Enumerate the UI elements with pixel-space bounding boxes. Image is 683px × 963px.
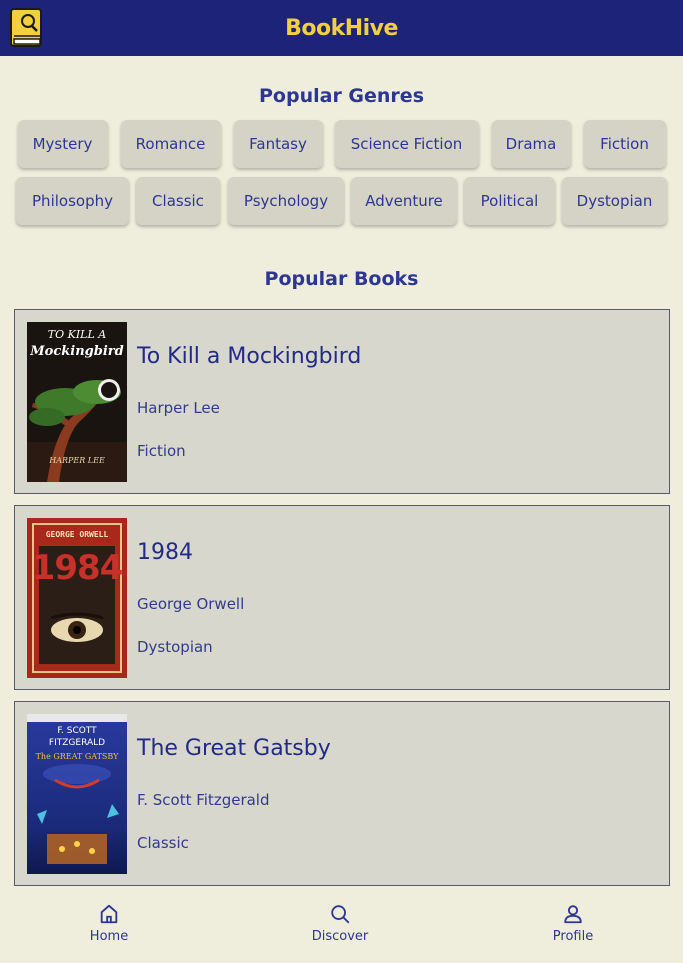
book-author: Harper Lee xyxy=(137,399,220,417)
genre-chip-classic[interactable]: Classic xyxy=(136,177,220,225)
genre-chip-fiction[interactable]: Fiction xyxy=(583,120,666,168)
nav-label-profile: Profile xyxy=(552,929,594,944)
app-brand-title: BookHive xyxy=(285,15,398,41)
book-card-to-kill-a-mockingbird[interactable]: TO KILL A Mockingbird HARPER LEE To Kill… xyxy=(14,309,670,494)
nav-item-discover[interactable]: Discover xyxy=(290,903,390,953)
book-card-the-great-gatsby[interactable]: F. SCOTT FITZGERALD The GREAT GATSBY The… xyxy=(14,701,670,886)
user-icon xyxy=(564,905,582,924)
genre-row-1: Mystery Romance Fantasy Science Fiction … xyxy=(0,120,683,168)
book-title[interactable]: 1984 xyxy=(137,540,193,565)
book-genre: Dystopian xyxy=(137,638,213,656)
book-card-1984[interactable]: GEORGE ORWELL 1984 1984 George Orwell Dy… xyxy=(14,505,670,690)
genre-chip-drama[interactable]: Drama xyxy=(491,120,571,168)
book-author: George Orwell xyxy=(137,595,245,613)
book-title[interactable]: The Great Gatsby xyxy=(137,736,331,761)
nav-label-discover: Discover xyxy=(311,929,369,944)
bottom-navigation: Home Discover Profile xyxy=(0,893,683,963)
genre-chip-romance[interactable]: Romance xyxy=(120,120,221,168)
genre-row-2: Philosophy Classic Psychology Adventure … xyxy=(0,177,683,225)
genres-section-title: Popular Genres xyxy=(259,85,424,107)
search-icon xyxy=(331,905,350,924)
book-icon[interactable] xyxy=(10,8,43,48)
genre-chip-adventure[interactable]: Adventure xyxy=(351,177,457,225)
nav-label-home: Home xyxy=(89,929,129,944)
book-genre: Fiction xyxy=(137,442,186,460)
book-genre: Classic xyxy=(137,834,189,852)
books-section-title: Popular Books xyxy=(264,268,419,290)
cover-text-line3: HARPER LEE xyxy=(49,456,105,465)
cover-text-line2: Mockingbird xyxy=(30,344,124,359)
cover-text-line3: The GREAT GATSBY xyxy=(35,752,119,761)
cover-text-line1: GEORGE ORWELL xyxy=(45,530,109,539)
book-title[interactable]: To Kill a Mockingbird xyxy=(137,344,361,369)
book-author: F. Scott Fitzgerald xyxy=(137,791,270,809)
book-cover-image[interactable]: F. SCOTT FITZGERALD The GREAT GATSBY xyxy=(27,714,127,874)
nav-item-home[interactable]: Home xyxy=(59,903,159,953)
genre-chip-philosophy[interactable]: Philosophy xyxy=(16,177,129,225)
home-icon xyxy=(100,904,118,924)
genre-chip-psychology[interactable]: Psychology xyxy=(228,177,344,225)
genre-chip-mystery[interactable]: Mystery xyxy=(17,120,108,168)
cover-text-line1: F. SCOTT xyxy=(57,726,97,736)
cover-text-line2: FITZGERALD xyxy=(48,738,106,748)
book-cover-image[interactable]: GEORGE ORWELL 1984 xyxy=(27,518,127,678)
genre-chip-fantasy[interactable]: Fantasy xyxy=(233,120,323,168)
genre-chip-science-fiction[interactable]: Science Fiction xyxy=(334,120,479,168)
genre-chip-political[interactable]: Political xyxy=(464,177,555,225)
nav-item-profile[interactable]: Profile xyxy=(523,903,623,953)
book-cover-image[interactable]: TO KILL A Mockingbird HARPER LEE xyxy=(27,322,127,482)
top-app-bar: BookHive xyxy=(0,0,683,56)
cover-text-line2: 1984 xyxy=(31,548,124,588)
genre-chip-dystopian[interactable]: Dystopian xyxy=(562,177,667,225)
cover-text-line1: TO KILL A xyxy=(47,328,107,341)
